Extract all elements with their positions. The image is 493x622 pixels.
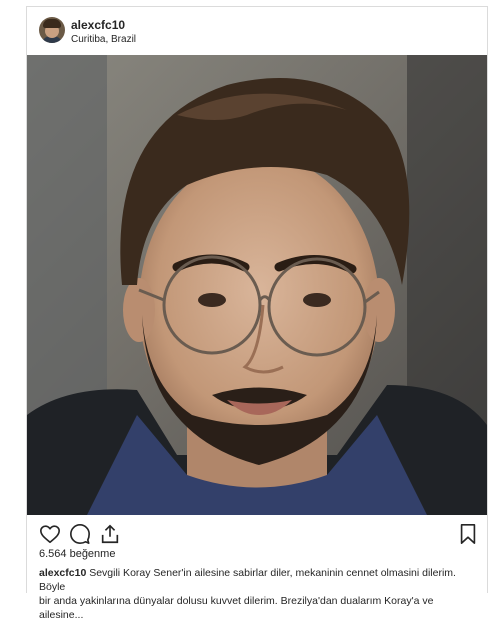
likes-count[interactable]: 6.564 beğenme: [39, 548, 115, 560]
instagram-post: alexcfc10 Curitiba, Brazil 6.564 beğenme…: [26, 6, 488, 621]
share-icon[interactable]: [99, 523, 121, 545]
post-actions: [27, 517, 487, 547]
post-header: alexcfc10 Curitiba, Brazil: [27, 7, 487, 55]
bookmark-icon[interactable]: [457, 523, 479, 545]
heart-icon[interactable]: [39, 523, 61, 545]
post-location[interactable]: Curitiba, Brazil: [71, 34, 136, 45]
post-username[interactable]: alexcfc10: [71, 18, 125, 32]
caption-username[interactable]: alexcfc10: [39, 567, 86, 579]
post-photo[interactable]: [27, 55, 487, 515]
avatar[interactable]: [39, 17, 65, 43]
caption-text-line2: bir anda yakinlarına dünyalar dolusu kuv…: [39, 595, 434, 621]
post-caption: alexcfc10 Sevgili Koray Sener'in ailesin…: [39, 566, 479, 622]
comment-icon[interactable]: [69, 523, 91, 545]
caption-text-line1: Sevgili Koray Sener'in ailesine sabirlar…: [39, 567, 456, 593]
